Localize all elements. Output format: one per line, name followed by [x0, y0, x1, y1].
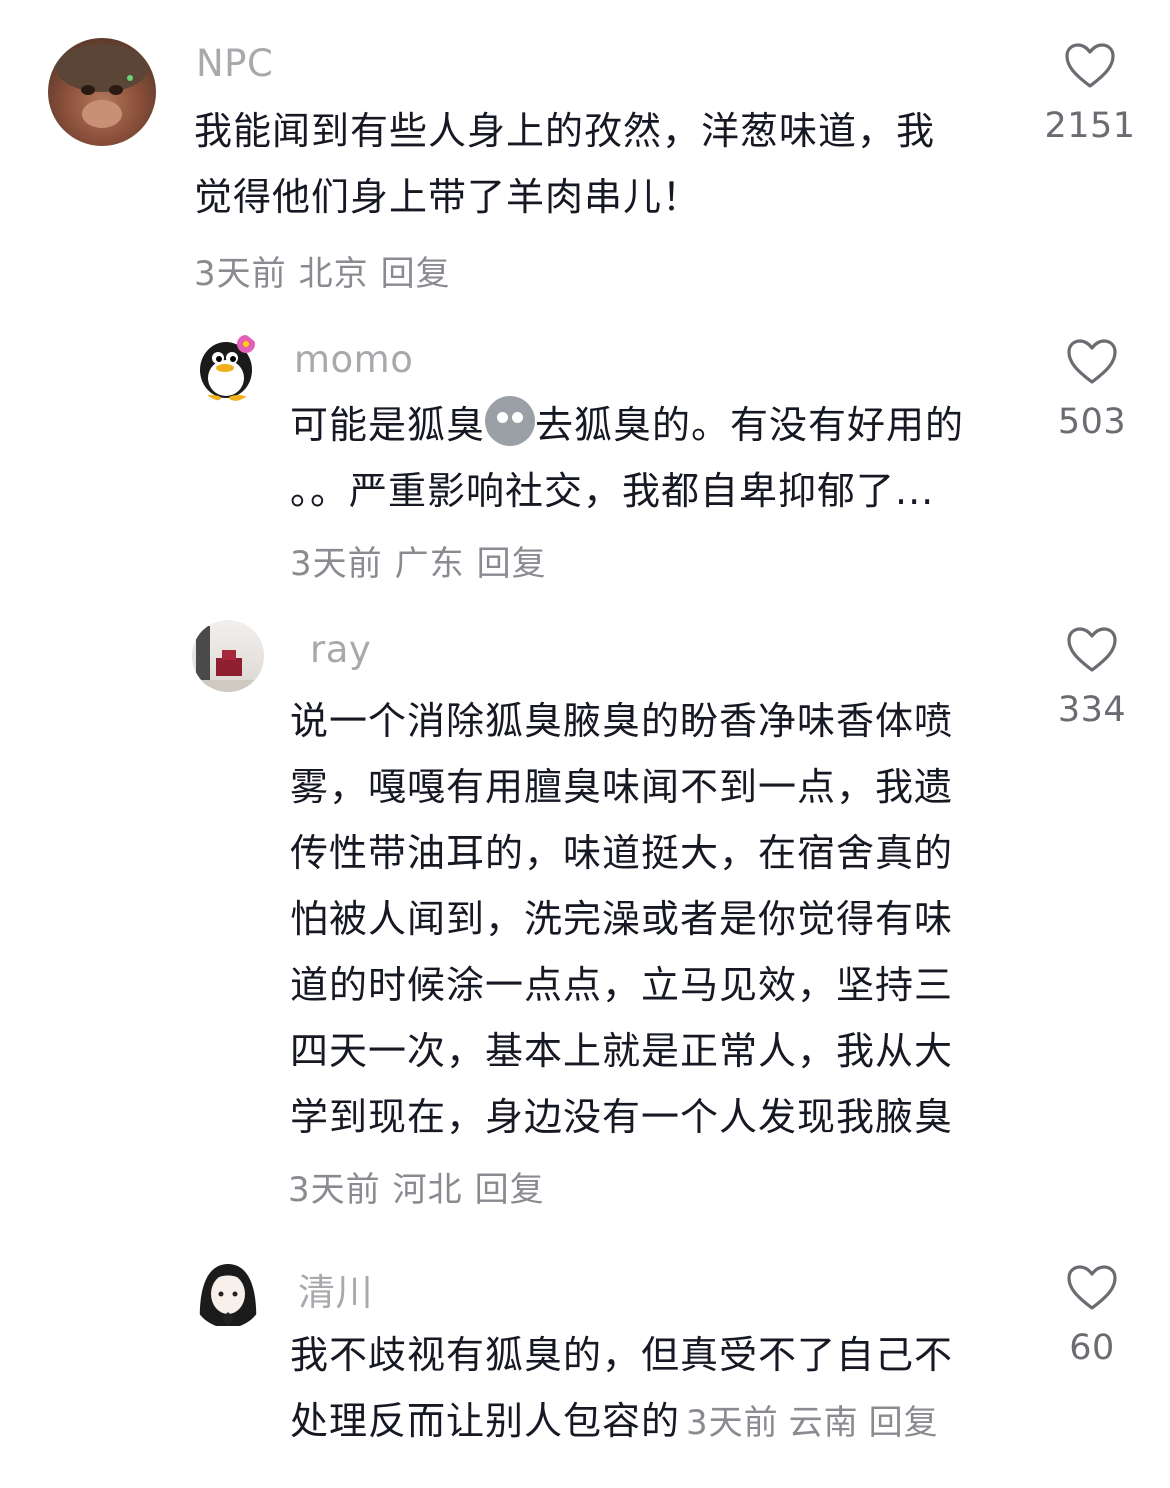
comment-fragment: 去狐臭的。有没有好用的: [535, 403, 965, 447]
anime-girl-icon: [199, 1264, 257, 1326]
reply-button[interactable]: 回复: [869, 1403, 939, 1443]
username[interactable]: NPC: [196, 42, 273, 85]
comment-line: 雾，嘎嘎有用膻臭味闻不到一点，我遗: [290, 765, 954, 809]
comment-time: 3天前: [194, 254, 287, 294]
username[interactable]: ray: [310, 628, 371, 671]
comment-time: 3天前: [686, 1403, 779, 1443]
comment-line: 道的时候涂一点点，立马见效，坚持三: [290, 963, 954, 1007]
comment-line: 怕被人闻到，洗完澡或者是你觉得有味: [290, 897, 954, 941]
room-photo-icon: [192, 626, 264, 692]
heart-outline-icon[interactable]: [1064, 42, 1116, 90]
comment-time: 3天前: [290, 544, 383, 584]
comment-line: 我不歧视有狐臭的，但真受不了自己不: [290, 1333, 954, 1377]
like-count: 2151: [1044, 106, 1136, 146]
comment-line: 可能是狐臭 去狐臭的。有没有好用的: [290, 392, 1030, 458]
avatar[interactable]: [192, 1256, 264, 1328]
like-button[interactable]: 2151: [1030, 42, 1150, 146]
comment-text: 我能闻到有些人身上的孜然，洋葱味道，我 觉得他们身上带了羊肉串儿！: [194, 98, 1024, 230]
like-count: 60: [1069, 1328, 1115, 1368]
username[interactable]: momo: [294, 338, 413, 381]
reply-button[interactable]: 回复: [477, 544, 547, 584]
like-button[interactable]: 503: [1032, 338, 1152, 442]
comment-fragment: 处理反而让别人包容的: [290, 1399, 681, 1443]
comment-line: 学到现在，身边没有一个人发现我腋臭: [290, 1095, 954, 1139]
comment-line: 处理反而让别人包容的 3天前 云南 回复: [290, 1388, 1050, 1456]
comment-meta: 3天前 云南 回复: [686, 1403, 949, 1443]
monkey-face-icon: [56, 44, 148, 128]
comment-text: 我不歧视有狐臭的，但真受不了自己不 处理反而让别人包容的 3天前 云南 回复: [290, 1322, 1050, 1456]
comment-line: 我能闻到有些人身上的孜然，洋葱味道，我: [194, 109, 936, 153]
heart-outline-icon[interactable]: [1066, 1264, 1118, 1312]
sad-face-emoji-icon: [485, 396, 536, 446]
like-count: 503: [1057, 402, 1127, 442]
comment-line: 四天一次，基本上就是正常人，我从大: [290, 1029, 954, 1073]
like-button[interactable]: 60: [1032, 1264, 1152, 1368]
comment-location: 北京: [298, 254, 369, 294]
comment-location: 河北: [392, 1170, 463, 1210]
comment-text: 可能是狐臭 去狐臭的。有没有好用的 。。严重影响社交，我都自卑抑郁了...: [290, 392, 1030, 524]
like-button[interactable]: 334: [1032, 626, 1152, 730]
avatar[interactable]: [192, 620, 264, 692]
reply-button[interactable]: 回复: [475, 1170, 545, 1210]
avatar[interactable]: [192, 330, 264, 402]
comment-line: 传性带油耳的，味道挺大，在宿舍真的: [290, 831, 954, 875]
comment-meta: 3天前 广东 回复: [290, 536, 559, 585]
comment-line: 觉得他们身上带了羊肉串儿！: [194, 175, 702, 219]
heart-outline-icon[interactable]: [1066, 338, 1118, 386]
username[interactable]: 清川: [298, 1262, 373, 1316]
comment-line: 。。严重影响社交，我都自卑抑郁了...: [290, 469, 935, 513]
comment-location: 广东: [394, 544, 465, 584]
heart-outline-icon[interactable]: [1066, 626, 1118, 674]
comment-meta: 3天前 河北 回复: [288, 1162, 557, 1211]
comment-fragment: 可能是狐臭: [290, 403, 486, 447]
comment-meta: 3天前 北京 回复: [194, 246, 463, 295]
comment-location: 云南: [788, 1403, 859, 1443]
comment-text: 说一个消除狐臭腋臭的盼香净味香体喷 雾，嘎嘎有用膻臭味闻不到一点，我遗 传性带油…: [290, 688, 1030, 1150]
reply-button[interactable]: 回复: [381, 254, 451, 294]
avatar[interactable]: [48, 38, 156, 146]
comment-time: 3天前: [288, 1170, 381, 1210]
like-count: 334: [1057, 690, 1127, 730]
comment-line: 说一个消除狐臭腋臭的盼香净味香体喷: [290, 699, 954, 743]
penguin-icon: [200, 335, 255, 401]
